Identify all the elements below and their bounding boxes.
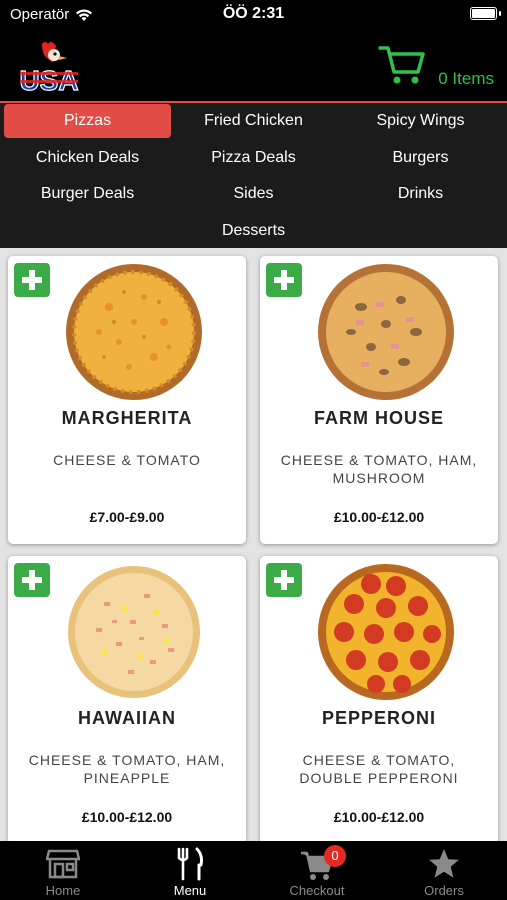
tab-orders[interactable]: Orders xyxy=(381,841,507,900)
bottom-tab-bar: Home Menu 0 Checkout Orders xyxy=(0,841,507,900)
category-desserts[interactable]: Desserts xyxy=(170,214,337,248)
product-name: MARGHERITA xyxy=(61,408,193,428)
product-price: £10.00-£12.00 xyxy=(333,809,425,825)
tab-label: Checkout xyxy=(289,883,345,898)
product-card-pepperoni[interactable]: PEPPERONI CHEESE & TOMATO, DOUBLE PEPPER… xyxy=(260,556,498,841)
tab-menu[interactable]: Menu xyxy=(127,841,253,900)
category-fried-chicken[interactable]: Fried Chicken xyxy=(170,104,337,138)
pepperoni-pizza-image xyxy=(318,564,454,700)
tab-home[interactable]: Home xyxy=(0,841,126,900)
product-card-hawaiian[interactable]: HAWAIIAN CHEESE & TOMATO, HAM, PINEAPPLE… xyxy=(8,556,246,841)
add-to-cart-button[interactable] xyxy=(14,563,50,597)
product-price: £10.00-£12.00 xyxy=(81,809,173,825)
farm-house-pizza-image xyxy=(318,264,454,400)
category-menu: Pizzas Fried Chicken Spicy Wings Chicken… xyxy=(0,103,507,248)
tab-label: Orders xyxy=(424,883,464,898)
product-description: CHEESE & TOMATO, DOUBLE PEPPERONI xyxy=(299,752,459,786)
app-header: USA 0 Items xyxy=(0,30,507,102)
clock: ÖÖ 2:31 xyxy=(222,5,285,22)
star-icon xyxy=(429,849,459,878)
product-card-margherita[interactable]: MARGHERITA CHEESE & TOMATO £7.00-£9.00 xyxy=(8,256,246,544)
product-price: £10.00-£12.00 xyxy=(333,509,425,525)
tab-label: Menu xyxy=(173,883,207,898)
category-chicken-deals[interactable]: Chicken Deals xyxy=(4,141,171,175)
category-burgers[interactable]: Burgers xyxy=(337,141,504,175)
checkout-badge: 0 xyxy=(324,845,346,867)
status-bar: Operatör ÖÖ 2:31 xyxy=(0,0,507,30)
category-pizza-deals[interactable]: Pizza Deals xyxy=(170,141,337,175)
product-price: £7.00-£9.00 xyxy=(89,509,165,525)
product-description: CHEESE & TOMATO, HAM, MUSHROOM xyxy=(280,452,478,486)
product-name: HAWAIIAN xyxy=(78,708,176,728)
product-card-farm-house[interactable]: FARM HOUSE CHEESE & TOMATO, HAM, MUSHROO… xyxy=(260,256,498,544)
category-drinks[interactable]: Drinks xyxy=(337,177,504,211)
product-name: PEPPERONI xyxy=(321,708,437,728)
category-spicy-wings[interactable]: Spicy Wings xyxy=(337,104,504,138)
category-pizzas[interactable]: Pizzas xyxy=(4,104,171,138)
margherita-pizza-image xyxy=(66,264,202,400)
product-grid: MARGHERITA CHEESE & TOMATO £7.00-£9.00 F… xyxy=(0,248,507,841)
category-burger-deals[interactable]: Burger Deals xyxy=(4,177,171,211)
add-to-cart-button[interactable] xyxy=(14,263,50,297)
battery-icon xyxy=(470,7,501,20)
add-to-cart-button[interactable] xyxy=(266,263,302,297)
fork-knife-icon xyxy=(177,847,203,881)
cart-items-count[interactable]: 0 Items xyxy=(438,69,494,89)
tab-label: Home xyxy=(45,883,81,898)
category-sides[interactable]: Sides xyxy=(170,177,337,211)
hawaiian-pizza-image xyxy=(68,566,200,698)
product-name: FARM HOUSE xyxy=(313,408,444,428)
tab-checkout[interactable]: 0 Checkout xyxy=(254,841,380,900)
product-description: CHEESE & TOMATO, HAM, PINEAPPLE xyxy=(28,752,226,786)
cart-icon[interactable] xyxy=(378,42,426,86)
product-description: CHEESE & TOMATO xyxy=(53,452,201,468)
store-icon xyxy=(46,849,80,879)
usa-logo: USA xyxy=(19,42,79,96)
add-to-cart-button[interactable] xyxy=(266,563,302,597)
